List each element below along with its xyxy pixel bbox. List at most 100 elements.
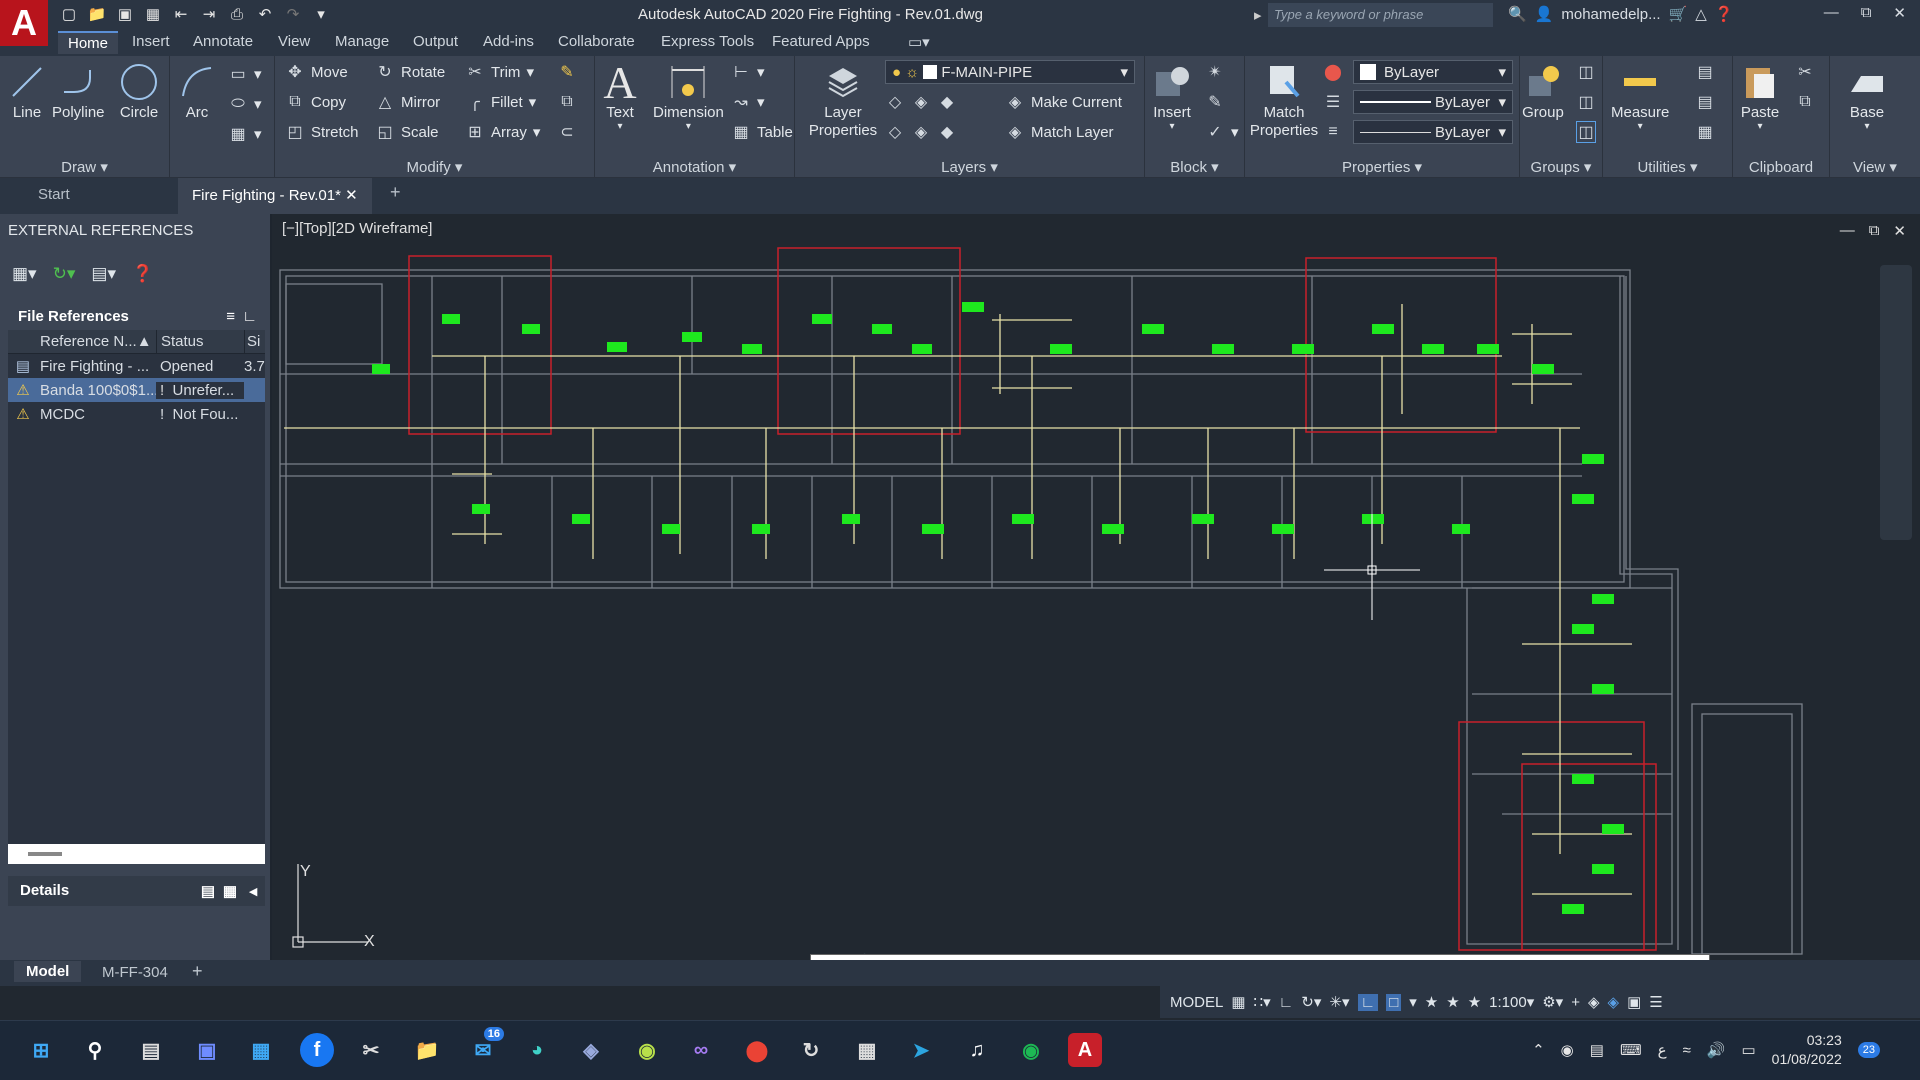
new-layout-icon[interactable]: + [192, 961, 203, 982]
help-icon[interactable]: ❓ [1715, 5, 1734, 23]
grid-icon[interactable]: ▦ [1231, 993, 1245, 1011]
expand-arrow-icon[interactable]: ▸ [1254, 6, 1262, 24]
autocad-logo[interactable]: A [0, 0, 48, 46]
clock[interactable]: 03:23 01/08/2022 [1772, 1031, 1842, 1069]
plot-icon[interactable]: ⎙ [226, 3, 248, 25]
tree-view-icon[interactable]: ∟ [242, 308, 257, 325]
panel-annotation-title[interactable]: Annotation ▾ [595, 158, 794, 176]
layer-tools-row2-icon[interactable]: ◇ ◈ ◆ [885, 120, 957, 144]
edit-attributes-icon[interactable]: ✓ ▾ [1205, 120, 1238, 144]
user-name[interactable]: mohamedelp... [1561, 6, 1660, 23]
redo-icon[interactable]: ↷ [282, 3, 304, 25]
copy-clip-icon[interactable]: ⧉ [1795, 90, 1815, 114]
export-icon[interactable]: ⇥ [198, 3, 220, 25]
isometric-icon[interactable]: ✳▾ [1329, 993, 1349, 1011]
scroll-thumb[interactable] [28, 852, 62, 856]
polar-icon[interactable]: ↻▾ [1301, 993, 1321, 1011]
panel-properties-title[interactable]: Properties ▾ [1245, 158, 1519, 176]
refresh-icon[interactable]: ↻▾ [53, 264, 76, 284]
select-all-icon[interactable]: ▤ [1695, 90, 1715, 114]
panel-draw-title[interactable]: Draw ▾ [0, 158, 169, 176]
erase-icon[interactable]: ✎ [557, 60, 577, 84]
object-snap-icon[interactable]: □ [1386, 993, 1402, 1011]
xref-row[interactable]: ⚠ MCDC ! Not Fou... [8, 402, 265, 426]
tiktok-icon[interactable]: ♫ [960, 1033, 994, 1067]
volume-icon[interactable]: 🔊 [1707, 1041, 1726, 1059]
tab-featured-apps[interactable]: Featured Apps [772, 33, 870, 50]
scale-button[interactable]: ◱ Scale [375, 120, 438, 144]
tab-start[interactable]: Start [38, 186, 70, 203]
polyline-button[interactable]: Polyline [52, 60, 105, 121]
explode-icon[interactable]: ⧉ [557, 90, 577, 114]
panel-view-title[interactable]: View ▾ [1830, 158, 1920, 176]
windows-start-icon[interactable]: ⊞ [24, 1033, 58, 1067]
annotation-scale-icon[interactable]: ★ [1446, 993, 1459, 1011]
stretch-button[interactable]: ◰ Stretch [285, 120, 358, 144]
xref-help-icon[interactable]: ❓ [132, 264, 153, 284]
fillet-button[interactable]: ╭ Fillet ▾ [465, 90, 536, 114]
snap-icon[interactable]: ∷▾ [1254, 993, 1271, 1011]
details-header[interactable]: Details ▤ ▦ ◂ [8, 876, 265, 906]
wifi-icon[interactable]: ≈ [1683, 1042, 1691, 1059]
panel-groups-title[interactable]: Groups ▾ [1520, 158, 1602, 176]
tab-output[interactable]: Output [413, 33, 458, 50]
color-wheel-icon[interactable]: ⬤ [1323, 60, 1343, 84]
restore-icon[interactable]: ⧉ [1861, 4, 1872, 22]
measure-button[interactable]: Measure ▾ [1611, 60, 1669, 132]
text-button[interactable]: A Text ▾ [599, 57, 641, 133]
base-button[interactable]: Base ▾ [1846, 60, 1888, 132]
list-view-icon[interactable]: ≡ [226, 308, 235, 325]
media-icon[interactable]: ◉ [630, 1033, 664, 1067]
new-icon[interactable]: ▢ [58, 3, 80, 25]
language-indicator[interactable]: ع [1658, 1041, 1667, 1059]
user-icon[interactable]: 👤 [1535, 5, 1554, 23]
model-space-button[interactable]: MODEL [1170, 994, 1223, 1011]
isolate-icon[interactable]: ◈ [1588, 993, 1600, 1011]
tab-active-drawing[interactable]: Fire Fighting - Rev.01* ✕ [178, 178, 372, 214]
facebook-icon[interactable]: f [300, 1033, 334, 1067]
keyboard-icon[interactable]: ⌨ [1620, 1041, 1642, 1059]
preview-icon[interactable]: ▦ [223, 882, 237, 900]
line-button[interactable]: Line [6, 60, 48, 121]
cart-icon[interactable]: 🛒 [1669, 5, 1688, 23]
layer-dropdown[interactable]: ● ☼ F-MAIN-PIPE ▾ [885, 60, 1135, 84]
annotation-visibility-icon[interactable]: ★ [1425, 993, 1438, 1011]
scale-dropdown[interactable]: 1:100▾ [1489, 993, 1534, 1011]
lineweight-dropdown[interactable]: ByLayer ▾ [1353, 120, 1513, 144]
table-button[interactable]: ▦ Table [731, 120, 792, 144]
calculator-icon[interactable]: ▦ [1695, 120, 1715, 144]
plus-icon[interactable]: + [1571, 994, 1580, 1011]
file-explorer-icon[interactable]: 📁 [410, 1033, 444, 1067]
match-layer-button[interactable]: ◈ Match Layer [1005, 120, 1114, 144]
import-icon[interactable]: ⇤ [170, 3, 192, 25]
mirror-button[interactable]: △ Mirror [375, 90, 440, 114]
clean-screen-icon[interactable]: ▣ [1627, 993, 1641, 1011]
calculator-app-icon[interactable]: ▦ [850, 1033, 884, 1067]
column-status[interactable]: Status [156, 330, 244, 353]
layer-tools-row1-icon[interactable]: ◇ ◈ ◆ [885, 90, 957, 114]
offset-icon[interactable]: ⊂ [557, 120, 577, 144]
panel-modify-title[interactable]: Modify ▾ [275, 158, 594, 176]
panel-utilities-title[interactable]: Utilities ▾ [1603, 158, 1732, 176]
cut-icon[interactable]: ✂ [1795, 60, 1815, 84]
change-path-icon[interactable]: ▤▾ [91, 264, 116, 284]
customization-icon[interactable]: ☰ [1649, 993, 1662, 1011]
notification-badge[interactable]: 23 [1857, 1042, 1880, 1058]
color-dropdown[interactable]: ByLayer ▾ [1353, 60, 1513, 84]
search-input[interactable]: Type a keyword or phrase [1268, 3, 1493, 27]
new-tab-icon[interactable]: + [390, 182, 401, 203]
zoom-icon[interactable]: ▣ [190, 1033, 224, 1067]
paste-button[interactable]: Paste ▾ [1739, 60, 1781, 132]
battery-icon[interactable]: ▭ [1741, 1041, 1755, 1059]
tab-view[interactable]: View [278, 33, 310, 50]
group-select-icon[interactable]: ◫ [1576, 120, 1596, 144]
trim-button[interactable]: ✂ Trim ▾ [465, 60, 534, 84]
grammarly-icon[interactable]: ◉ [1561, 1041, 1574, 1059]
arc-button[interactable]: Arc [176, 60, 218, 121]
close-icon[interactable]: ✕ [1893, 4, 1906, 22]
visual-studio-icon[interactable]: ∞ [684, 1033, 718, 1067]
panel-layers-title[interactable]: Layers ▾ [795, 158, 1144, 176]
rectangle-icon[interactable]: ▭ ▾ [228, 62, 261, 86]
column-reference-name[interactable]: Reference N...▲ [38, 330, 156, 353]
snipping-tool-icon[interactable]: ✂ [354, 1033, 388, 1067]
